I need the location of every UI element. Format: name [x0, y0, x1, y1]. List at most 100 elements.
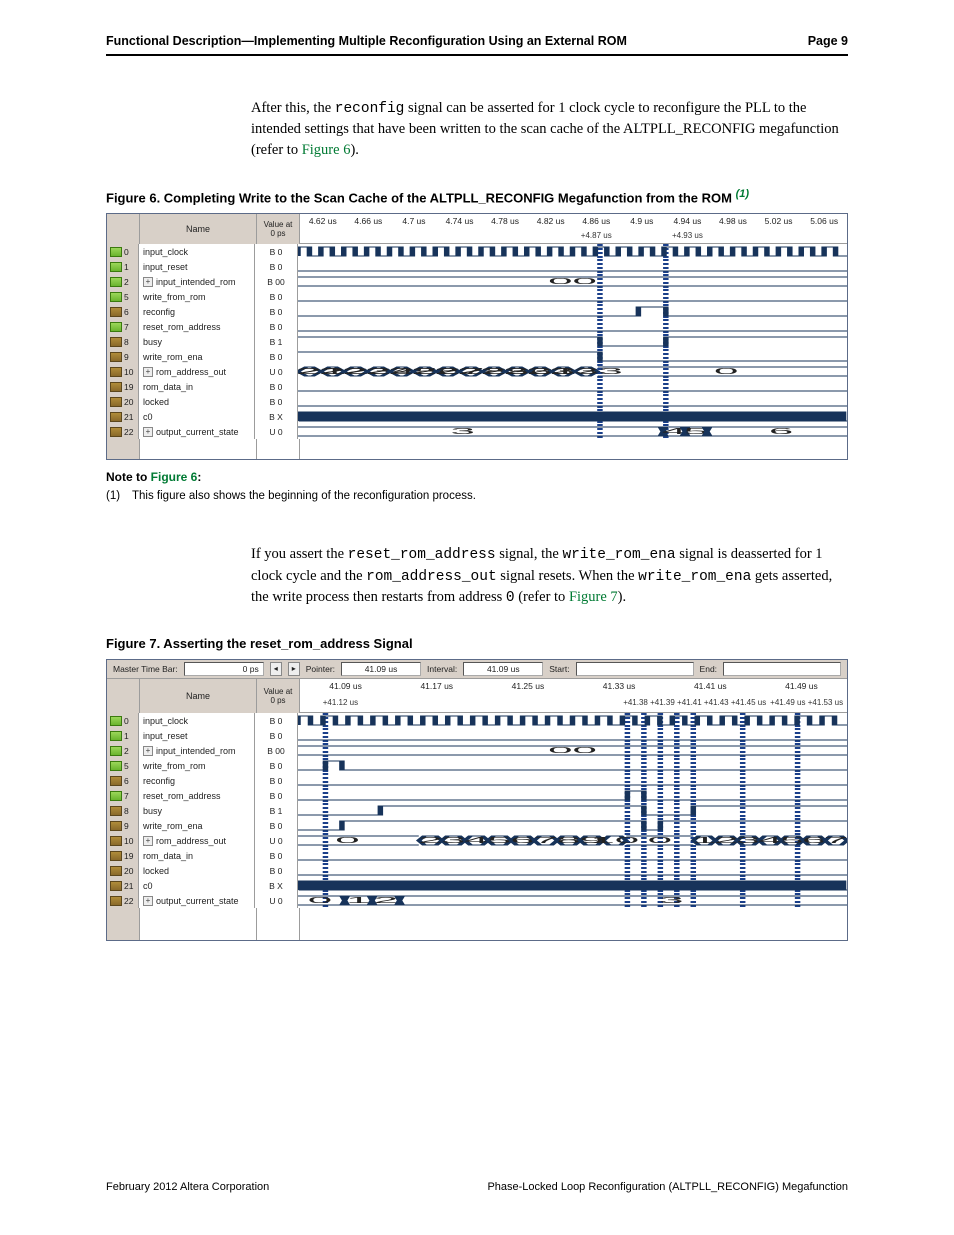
signal-value: B 0	[255, 713, 298, 728]
waveform-lane[interactable]	[298, 758, 847, 773]
signal-row-reconfig[interactable]: 6reconfigB 0	[107, 773, 847, 788]
waveform-lane[interactable]	[298, 244, 847, 259]
waveform-lane[interactable]	[298, 349, 847, 364]
signal-row-reconfig[interactable]: 6reconfigB 0	[107, 304, 847, 319]
signal-name: output_current_state	[156, 427, 239, 437]
waveform-lane[interactable]: 3456	[298, 424, 847, 439]
signal-row-c0[interactable]: 21c0B X	[107, 878, 847, 893]
waveform-lane[interactable]: 00	[298, 274, 847, 289]
signal-row-busy[interactable]: 8busyB 1	[107, 803, 847, 818]
waveform-lane[interactable]	[298, 728, 847, 743]
signal-name: rom_data_in	[143, 382, 193, 392]
signal-value: U 0	[255, 424, 298, 439]
output-signal-icon	[110, 821, 122, 831]
waveform-lane[interactable]	[298, 409, 847, 424]
signal-value: B 0	[255, 788, 298, 803]
signal-row-rom_address_out[interactable]: 10+rom_address_outU 00234567891001234567	[107, 833, 847, 848]
link-figure7[interactable]: Figure 7	[569, 589, 618, 605]
waveform-lane[interactable]	[298, 319, 847, 334]
waveform-lane[interactable]: 00	[298, 743, 847, 758]
signal-row-input_intended_rom[interactable]: 2+input_intended_romB 0000	[107, 274, 847, 289]
next-arrow-button[interactable]: ▸	[288, 662, 300, 676]
signal-row-write_rom_ena[interactable]: 9write_rom_enaB 0	[107, 349, 847, 364]
waveform-lane[interactable]	[298, 878, 847, 893]
output-signal-icon	[110, 881, 122, 891]
waveform-lane[interactable]	[298, 304, 847, 319]
signal-row-input_reset[interactable]: 1input_resetB 0	[107, 259, 847, 274]
signal-row-write_rom_ena[interactable]: 9write_rom_enaB 0	[107, 818, 847, 833]
waveform-lane[interactable]	[298, 394, 847, 409]
signal-value: B 0	[255, 259, 298, 274]
waveform-lane[interactable]	[298, 713, 847, 728]
signal-value: B 0	[255, 848, 298, 863]
waveform-lane[interactable]	[298, 863, 847, 878]
signal-row-input_clock[interactable]: 0input_clockB 0	[107, 713, 847, 728]
signal-row-locked[interactable]: 20lockedB 0	[107, 863, 847, 878]
signal-value: B 0	[255, 289, 298, 304]
field-start[interactable]	[576, 662, 694, 676]
signal-value: U 0	[255, 364, 298, 379]
waveform-lane[interactable]	[298, 379, 847, 394]
signal-name: input_clock	[143, 247, 188, 257]
expand-icon[interactable]: +	[143, 277, 153, 287]
signal-row-input_clock[interactable]: 0input_clockB 0	[107, 244, 847, 259]
expand-icon[interactable]: +	[143, 746, 153, 756]
svg-text:0: 0	[648, 836, 672, 845]
waveform-lane[interactable]	[298, 259, 847, 274]
figure6-waveform-viewer: Name Value at 0 ps 4.62 us4.66 us4.7 us4…	[106, 213, 848, 460]
svg-text:1: 1	[346, 896, 370, 905]
signal-row-write_from_rom[interactable]: 5write_from_romB 0	[107, 758, 847, 773]
input-signal-icon	[110, 277, 122, 287]
svg-text:0: 0	[335, 836, 359, 845]
signal-name: output_current_state	[156, 896, 239, 906]
waveform-lane[interactable]: 0123	[298, 893, 847, 908]
signal-value: B 0	[255, 244, 298, 259]
signal-row-busy[interactable]: 8busyB 1	[107, 334, 847, 349]
signal-row-locked[interactable]: 20lockedB 0	[107, 394, 847, 409]
signal-name: locked	[143, 866, 169, 876]
link-figure6-note[interactable]: Figure 6	[151, 470, 198, 484]
waveform-lane[interactable]	[298, 289, 847, 304]
signal-row-output_current_state[interactable]: 22+output_current_stateU 00123	[107, 893, 847, 908]
signal-name: input_reset	[143, 262, 188, 272]
signal-row-input_reset[interactable]: 1input_resetB 0	[107, 728, 847, 743]
waveform-lane[interactable]: 2212222232242252262272282292302312322330	[298, 364, 847, 379]
prev-arrow-button[interactable]: ◂	[270, 662, 282, 676]
link-figure6[interactable]: Figure 6	[302, 142, 351, 158]
waveform-lane[interactable]	[298, 334, 847, 349]
waveform-lane[interactable]	[298, 773, 847, 788]
expand-icon[interactable]: +	[143, 836, 153, 846]
field-pointer: 41.09 us	[341, 662, 421, 676]
waveform-lane[interactable]	[298, 848, 847, 863]
signal-row-output_current_state[interactable]: 22+output_current_stateU 03456	[107, 424, 847, 439]
signal-row-reset_rom_address[interactable]: 7reset_rom_addressB 0	[107, 319, 847, 334]
signal-value: B 0	[255, 758, 298, 773]
field-end[interactable]	[723, 662, 841, 676]
signal-row-reset_rom_address[interactable]: 7reset_rom_addressB 0	[107, 788, 847, 803]
col-header-value: Value at 0 ps	[257, 679, 300, 713]
input-signal-icon	[110, 791, 122, 801]
waveform-lane[interactable]: 0234567891001234567	[298, 833, 847, 848]
waveform-lane[interactable]	[298, 788, 847, 803]
signal-name: write_from_rom	[143, 292, 206, 302]
signal-name: c0	[143, 412, 153, 422]
page-footer: February 2012 Altera Corporation Phase-L…	[106, 1181, 848, 1193]
input-signal-icon	[110, 746, 122, 756]
signal-row-c0[interactable]: 21c0B X	[107, 409, 847, 424]
signal-name: rom_data_in	[143, 851, 193, 861]
expand-icon[interactable]: +	[143, 427, 153, 437]
signal-row-input_intended_rom[interactable]: 2+input_intended_romB 0000	[107, 743, 847, 758]
waveform-lane[interactable]	[298, 818, 847, 833]
signal-value: B 0	[255, 394, 298, 409]
signal-row-write_from_rom[interactable]: 5write_from_romB 0	[107, 289, 847, 304]
expand-icon[interactable]: +	[143, 367, 153, 377]
col-header-name: Name	[140, 679, 257, 713]
expand-icon[interactable]: +	[143, 896, 153, 906]
signal-row-rom_address_out[interactable]: 10+rom_address_outU 02212222232242252262…	[107, 364, 847, 379]
field-master-timebar[interactable]: 0 ps	[184, 662, 264, 676]
waveform-lane[interactable]	[298, 803, 847, 818]
signal-row-rom_data_in[interactable]: 19rom_data_inB 0	[107, 379, 847, 394]
signal-row-rom_data_in[interactable]: 19rom_data_inB 0	[107, 848, 847, 863]
signal-value: B X	[255, 409, 298, 424]
signal-name: write_from_rom	[143, 761, 206, 771]
